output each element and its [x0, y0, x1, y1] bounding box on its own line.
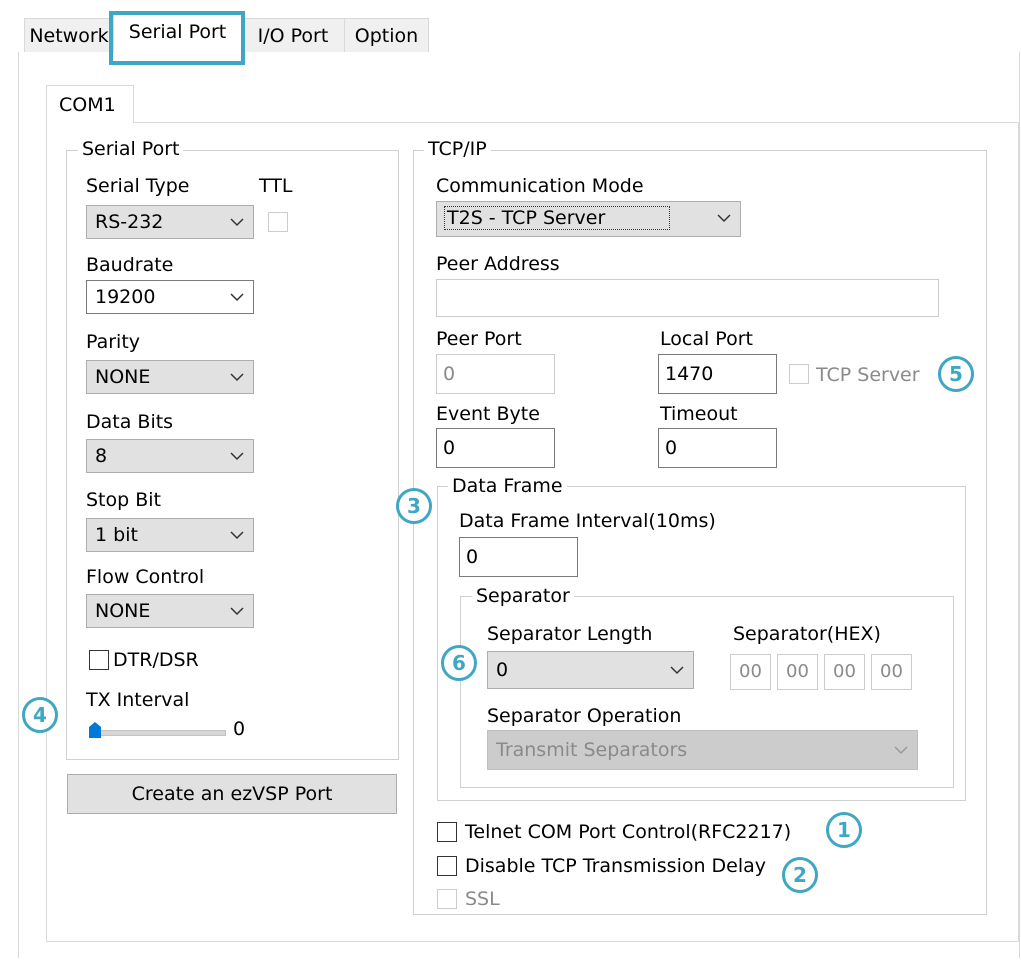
data-bits-select[interactable]: 8	[86, 439, 254, 473]
separator-length-label: Separator Length	[487, 623, 653, 645]
telnet-com-port-control-checkbox[interactable]	[437, 822, 457, 842]
baudrate-select[interactable]: 19200	[86, 280, 254, 314]
tab-io-port-label: I/O Port	[257, 25, 329, 47]
chevron-down-icon	[230, 218, 244, 227]
serial-port-group-title: Serial Port	[78, 138, 184, 160]
tx-interval-value: 0	[233, 718, 246, 740]
separator-group-title: Separator	[472, 585, 574, 607]
baudrate-label: Baudrate	[86, 254, 174, 276]
ttl-label: TTL	[259, 175, 293, 197]
event-byte-label: Event Byte	[436, 403, 540, 425]
chevron-down-icon	[230, 293, 244, 302]
data-bits-label: Data Bits	[86, 411, 174, 433]
event-byte-input[interactable]: 0	[436, 428, 555, 468]
data-bits-value: 8	[95, 445, 108, 467]
tab-io-port[interactable]: I/O Port	[241, 18, 345, 52]
serial-type-label: Serial Type	[86, 175, 190, 197]
communication-mode-select[interactable]: T2S - TCP Server	[436, 201, 741, 237]
chevron-down-icon	[230, 452, 244, 461]
data-frame-interval-label: Data Frame Interval(10ms)	[459, 510, 716, 532]
local-port-label: Local Port	[660, 328, 753, 350]
communication-mode-value: T2S - TCP Server	[443, 206, 671, 230]
separator-length-select[interactable]: 0	[487, 651, 694, 689]
separator-hex-input-3[interactable]: 00	[824, 654, 865, 690]
tcp-server-label: TCP Server	[816, 364, 920, 386]
separator-operation-value: Transmit Separators	[496, 739, 688, 761]
callout-1: 1	[826, 812, 862, 848]
tx-interval-label: TX Interval	[86, 689, 190, 711]
separator-hex-input-2[interactable]: 00	[777, 654, 818, 690]
serial-type-select[interactable]: RS-232	[86, 205, 254, 239]
disable-tcp-delay-checkbox[interactable]	[437, 856, 457, 876]
peer-address-label: Peer Address	[436, 253, 560, 275]
chevron-down-icon	[230, 531, 244, 540]
tab-com1-label: COM1	[59, 94, 116, 116]
create-ezvsp-port-button[interactable]: Create an ezVSP Port	[67, 774, 397, 814]
tcp-server-checkbox[interactable]	[789, 364, 809, 384]
stop-bit-label: Stop Bit	[86, 489, 161, 511]
ssl-checkbox[interactable]	[437, 889, 457, 909]
tab-option[interactable]: Option	[344, 18, 429, 52]
callout-5: 5	[938, 356, 974, 392]
tx-interval-slider-track[interactable]	[92, 730, 226, 736]
ssl-label: SSL	[465, 888, 500, 910]
peer-address-input[interactable]	[436, 279, 939, 317]
parity-value: NONE	[95, 366, 151, 388]
peer-port-label: Peer Port	[436, 328, 522, 350]
separator-hex-input-4[interactable]: 00	[871, 654, 912, 690]
chevron-down-icon	[230, 607, 244, 616]
dtr-dsr-checkbox[interactable]	[89, 650, 109, 670]
chevron-down-icon	[670, 666, 684, 675]
tab-network[interactable]: Network	[24, 18, 114, 52]
flow-control-select[interactable]: NONE	[86, 594, 254, 628]
serial-port-tab-highlight	[109, 11, 245, 65]
ttl-checkbox[interactable]	[268, 212, 288, 232]
parity-label: Parity	[86, 331, 141, 353]
telnet-com-port-control-label: Telnet COM Port Control(RFC2217)	[465, 821, 792, 843]
data-frame-group-title: Data Frame	[448, 475, 567, 497]
stop-bit-select[interactable]: 1 bit	[86, 518, 254, 552]
parity-select[interactable]: NONE	[86, 360, 254, 394]
timeout-label: Timeout	[660, 403, 738, 425]
tcpip-group-title: TCP/IP	[424, 138, 491, 160]
tx-interval-slider-thumb[interactable]	[88, 721, 102, 739]
tab-com1[interactable]: COM1	[46, 85, 134, 123]
communication-mode-label: Communication Mode	[436, 175, 644, 197]
baudrate-value: 19200	[95, 286, 156, 308]
flow-control-value: NONE	[95, 600, 151, 622]
local-port-input[interactable]: 1470	[658, 354, 777, 394]
chevron-down-icon	[894, 746, 908, 755]
callout-3: 3	[396, 488, 432, 524]
chevron-down-icon	[717, 214, 731, 223]
separator-operation-label: Separator Operation	[487, 705, 682, 727]
separator-hex-label: Separator(HEX)	[733, 623, 881, 645]
chevron-down-icon	[230, 373, 244, 382]
timeout-input[interactable]: 0	[658, 428, 777, 468]
peer-port-input[interactable]: 0	[436, 354, 555, 394]
disable-tcp-delay-label: Disable TCP Transmission Delay	[465, 855, 767, 877]
serial-type-value: RS-232	[95, 211, 164, 233]
callout-4: 4	[22, 697, 58, 733]
flow-control-label: Flow Control	[86, 566, 205, 588]
tab-option-label: Option	[354, 25, 419, 47]
data-frame-interval-input[interactable]: 0	[459, 537, 578, 577]
separator-hex-input-1[interactable]: 00	[730, 654, 771, 690]
separator-length-value: 0	[496, 659, 509, 681]
callout-2: 2	[782, 857, 818, 893]
dtr-dsr-label: DTR/DSR	[113, 649, 199, 671]
stop-bit-value: 1 bit	[95, 524, 138, 546]
tab-network-label: Network	[29, 25, 109, 47]
separator-operation-select[interactable]: Transmit Separators	[487, 730, 918, 770]
callout-6: 6	[441, 645, 477, 681]
